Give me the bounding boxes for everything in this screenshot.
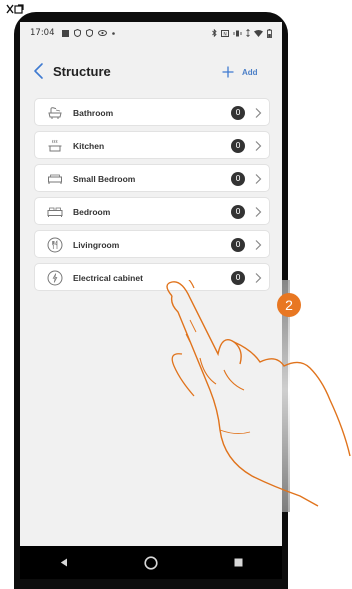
room-label: Electrical cabinet <box>73 273 143 283</box>
nav-home-button[interactable] <box>136 548 166 578</box>
room-row-bathroom[interactable]: Bathroom 0 <box>34 98 270 126</box>
chevron-right-icon <box>255 240 262 250</box>
room-label: Small Bedroom <box>73 174 136 184</box>
device-count-badge: 0 <box>231 139 245 153</box>
bluetooth-icon <box>212 29 217 37</box>
add-label: Add <box>242 67 258 77</box>
room-row-kitchen[interactable]: Kitchen 0 <box>34 131 270 159</box>
single-bed-icon <box>48 174 62 184</box>
shield-notification-icon <box>85 29 93 37</box>
battery-icon <box>267 28 272 38</box>
chevron-right-icon <box>255 174 262 184</box>
android-nav-bar <box>20 546 282 579</box>
app-header: Structure Add <box>20 60 282 84</box>
add-button[interactable]: Add <box>222 62 258 82</box>
chevron-right-icon <box>255 108 262 118</box>
data-transfer-icon <box>246 29 250 37</box>
cooking-pot-icon <box>48 139 62 152</box>
room-list: Bathroom 0 Kitchen 0 Small Bedroom 0 Bed… <box>34 98 270 296</box>
window-close-expand-icon <box>6 4 24 14</box>
room-row-small-bedroom[interactable]: Small Bedroom 0 <box>34 164 270 192</box>
shield-notification-icon <box>73 29 81 37</box>
device-count-badge: 0 <box>231 271 245 285</box>
room-row-electrical-cabinet[interactable]: Electrical cabinet 0 <box>34 263 270 291</box>
chevron-right-icon <box>255 273 262 283</box>
device-count-badge: 0 <box>231 106 245 120</box>
square-recents-icon <box>234 558 243 567</box>
chevron-right-icon <box>255 207 262 217</box>
nav-back-button[interactable] <box>49 548 79 578</box>
triangle-back-icon <box>60 558 67 567</box>
vibrate-icon <box>233 30 242 36</box>
eye-notification-icon <box>97 30 107 36</box>
device-count-badge: 0 <box>231 238 245 252</box>
nav-recents-button[interactable] <box>223 548 253 578</box>
cutlery-icon <box>47 237 63 253</box>
back-chevron-icon[interactable] <box>32 62 46 80</box>
chevron-right-icon <box>255 141 262 151</box>
room-row-bedroom[interactable]: Bedroom 0 <box>34 197 270 225</box>
device-count-badge: 0 <box>231 205 245 219</box>
dot-notification-icon <box>111 31 115 35</box>
plus-icon <box>222 66 234 78</box>
room-row-livingroom[interactable]: Livingroom 0 <box>34 230 270 258</box>
room-label: Kitchen <box>73 141 105 151</box>
room-label: Bathroom <box>73 108 114 118</box>
nfc-icon: N <box>221 29 229 37</box>
double-bed-icon <box>47 207 63 217</box>
app-screen: 17:04 N Structure Add Bathroom 0 Kitchen… <box>20 22 282 546</box>
page-title: Structure <box>53 64 111 79</box>
bathtub-icon <box>48 107 62 119</box>
room-label: Bedroom <box>73 207 111 217</box>
status-bar: 17:04 N <box>20 22 282 44</box>
circle-home-icon <box>144 555 158 570</box>
step-number-badge: 2 <box>277 293 301 317</box>
electrical-panel-icon <box>47 270 63 286</box>
gallery-notification-icon <box>61 29 69 37</box>
status-time: 17:04 <box>30 28 55 38</box>
room-label: Livingroom <box>73 240 120 250</box>
device-count-badge: 0 <box>231 172 245 186</box>
wifi-icon <box>254 29 263 37</box>
svg-text:N: N <box>223 31 226 37</box>
